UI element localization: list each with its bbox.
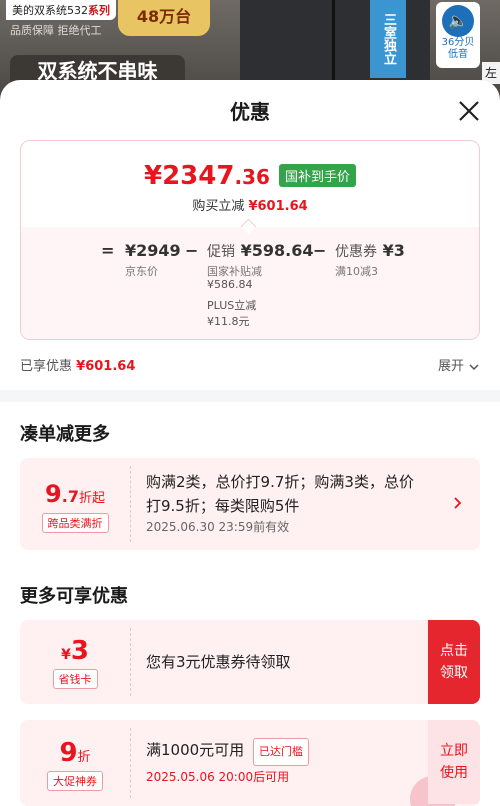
plus-amount: ¥11.8元	[207, 315, 250, 328]
buy-discount-label: 购买立减	[192, 199, 245, 214]
desc-line-1: 购满2类，总价打9.7折；购满3类，总价	[146, 473, 414, 491]
offer-value: 9折 大促神券	[20, 720, 130, 806]
expand-button[interactable]: 展开	[438, 355, 480, 374]
coupon-row: 优惠券 ¥3	[335, 241, 405, 261]
use-line-2: 使用	[440, 765, 468, 781]
value-currency: ¥	[61, 647, 71, 663]
quality-text: 品质保障 拒绝代工	[10, 24, 102, 37]
offer-value: 9.7折起 跨品类满折	[20, 458, 130, 550]
promo-badge: 48万台	[118, 0, 210, 36]
noise-label: 低音	[448, 49, 468, 60]
offer-description: 满1000元可用 已达门槛	[146, 738, 309, 766]
final-price: ¥2347.36	[143, 161, 270, 191]
offer-badge: 大促神券	[47, 771, 103, 791]
value-big: 9	[59, 738, 78, 768]
promo-amount: ¥598.64	[240, 241, 314, 260]
value-unit: 折起	[78, 491, 105, 506]
value-big: 3	[70, 636, 89, 666]
claim-line-2: 领取	[440, 665, 468, 681]
offer-value-number: 9折	[20, 738, 130, 768]
brand-label: 美的双系统532系列	[6, 0, 116, 20]
offer-separator	[130, 628, 131, 696]
expand-label: 展开	[438, 359, 465, 374]
offer-card-saving-card: ¥3 省钱卡 您有3元优惠券待领取 点击 领取	[20, 620, 480, 704]
enjoyed-label: 已享优惠	[20, 359, 73, 374]
value-small: .7	[61, 487, 79, 506]
offer-date: 2025.05.06 20:00后可用	[146, 770, 290, 784]
claim-button[interactable]: 点击 领取	[428, 620, 480, 704]
use-line-1: 立即	[440, 743, 468, 759]
offer-badge: 省钱卡	[52, 669, 98, 689]
offer-value-number: 9.7折起	[20, 480, 130, 508]
claim-line-1: 点击	[440, 643, 468, 659]
enjoyed-discount: 已享优惠 ¥601.64	[20, 355, 135, 374]
promo-row: 促销 ¥598.64	[207, 241, 313, 261]
door-label: 三室独立	[370, 0, 406, 78]
equals-sign: =	[101, 241, 115, 260]
jd-price-label: 京东价	[125, 265, 158, 278]
jd-price: ¥2949	[125, 241, 181, 260]
subsidy-amount: ¥586.84	[207, 278, 253, 291]
buy-discount-row: 购买立减 ¥601.64	[21, 195, 479, 214]
status-badge: 已达门槛	[252, 738, 309, 766]
plus-label: PLUS立减	[207, 299, 257, 312]
final-price-row: ¥2347.36 国补到手价	[21, 161, 479, 191]
coupon-label: 优惠券	[335, 244, 377, 260]
subsidy-label: 国家补贴减	[207, 265, 262, 278]
fridge-door-gap	[332, 0, 335, 80]
desc-text: 满1000元可用	[146, 741, 245, 759]
offer-badge: 跨品类满折	[41, 513, 109, 533]
noise-badge: 🔈 36分贝 低音	[436, 2, 480, 68]
chevron-right-icon	[454, 497, 462, 509]
section-title-more-savings: 凑单减更多	[20, 424, 110, 445]
offer-date: 2025.06.30 23:59前有效	[146, 520, 290, 534]
minus-sign-2: −	[313, 241, 327, 260]
coupon-amount: ¥3	[382, 241, 405, 260]
discount-sheet: 优惠 ¥2347.36 国补到手价 购买立减 ¥601.64 = ¥2949 京…	[0, 80, 500, 806]
speaker-icon: 🔈	[442, 5, 474, 37]
section-title-more-offers: 更多可享优惠	[20, 586, 128, 607]
offer-card-cross-category[interactable]: 9.7折起 跨品类满折 购满2类，总价打9.7折；购满3类，总价 打9.5折；每…	[20, 458, 480, 550]
subsidy-price-tag: 国补到手价	[278, 164, 356, 187]
offer-value-number: ¥3	[20, 636, 130, 666]
coupon-rule: 满10减3	[335, 265, 378, 278]
price-card: ¥2347.36 国补到手价 购买立减 ¥601.64 = ¥2949 京东价 …	[20, 140, 480, 340]
close-icon[interactable]	[456, 98, 482, 124]
offer-card-mega-coupon: 9折 大促神券 满1000元可用 已达门槛 2025.05.06 20:00后可…	[20, 720, 480, 806]
value-unit: 折	[77, 750, 91, 765]
section-divider	[0, 390, 500, 402]
value-big: 9	[45, 480, 62, 508]
offer-separator	[130, 466, 131, 542]
minus-sign-1: −	[185, 241, 199, 260]
offer-description: 您有3元优惠券待领取	[146, 653, 291, 671]
chevron-down-icon	[469, 363, 479, 370]
promo-label: 促销	[207, 244, 235, 260]
noise-value: 36分贝	[441, 37, 475, 48]
use-now-button[interactable]: 立即 使用	[428, 720, 480, 804]
desc-line-2: 打9.5折；每类限购5件	[146, 497, 300, 515]
buy-discount-amount: ¥601.64	[248, 199, 308, 214]
sheet-title: 优惠	[230, 100, 270, 124]
offer-value: ¥3 省钱卡	[20, 620, 130, 704]
offer-separator	[130, 728, 131, 798]
offer-description: 购满2类，总价打9.7折；购满3类，总价 打9.5折；每类限购5件	[146, 470, 414, 518]
enjoyed-amount: ¥601.64	[76, 359, 136, 374]
